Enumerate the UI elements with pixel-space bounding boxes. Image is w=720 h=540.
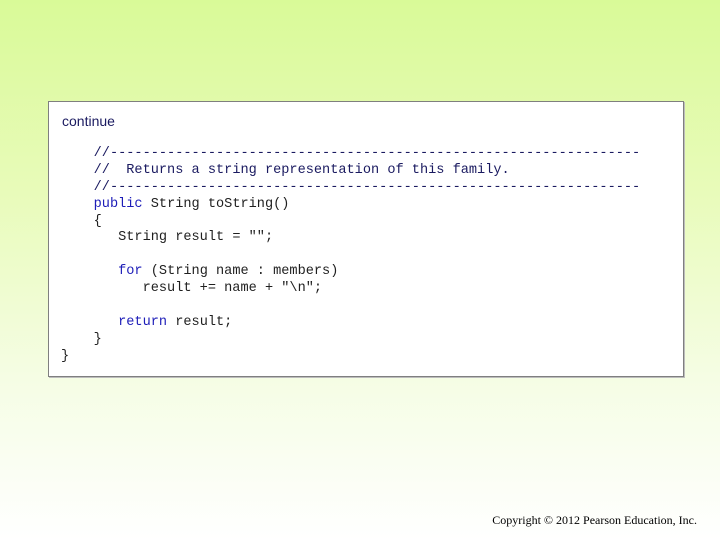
code-line: String result = ""; <box>61 230 640 247</box>
code-token-plain: } <box>93 331 102 347</box>
code-token-plain: result += name + "\n"; <box>142 281 323 297</box>
code-token-keyword: public <box>93 196 143 212</box>
continue-label: continue <box>62 113 115 129</box>
code-line: // Returns a string representation of th… <box>61 163 640 180</box>
code-token-plain: } <box>61 348 70 364</box>
code-line: public String toString() <box>61 197 640 214</box>
code-token-plain: String result = ""; <box>118 230 274 246</box>
code-line: for (String name : members) <box>61 264 640 281</box>
code-line: return result; <box>61 315 640 332</box>
code-line: { <box>61 214 640 231</box>
code-line: //--------------------------------------… <box>61 146 641 163</box>
code-token-comment: //--------------------------------------… <box>93 146 641 161</box>
code-listing-box: continue //-----------------------------… <box>48 101 684 377</box>
code-line: } <box>61 332 640 349</box>
code-line: result += name + "\n"; <box>61 281 640 298</box>
code-token-keyword: for <box>118 264 143 280</box>
code-token-plain: String toString() <box>142 196 290 212</box>
code-token-comment: // Returns a string representation of th… <box>93 162 510 178</box>
code-block: //--------------------------------------… <box>61 146 640 366</box>
code-token-comment: //--------------------------------------… <box>93 179 641 195</box>
code-line: } <box>61 349 640 366</box>
code-token-keyword: return <box>118 314 168 330</box>
code-line: //--------------------------------------… <box>61 179 641 197</box>
copyright-notice: Copyright © 2012 Pearson Education, Inc. <box>492 513 697 527</box>
code-token-plain: (String name : members) <box>142 264 339 280</box>
code-token-plain: result; <box>167 314 233 330</box>
code-token-plain: { <box>93 213 102 229</box>
